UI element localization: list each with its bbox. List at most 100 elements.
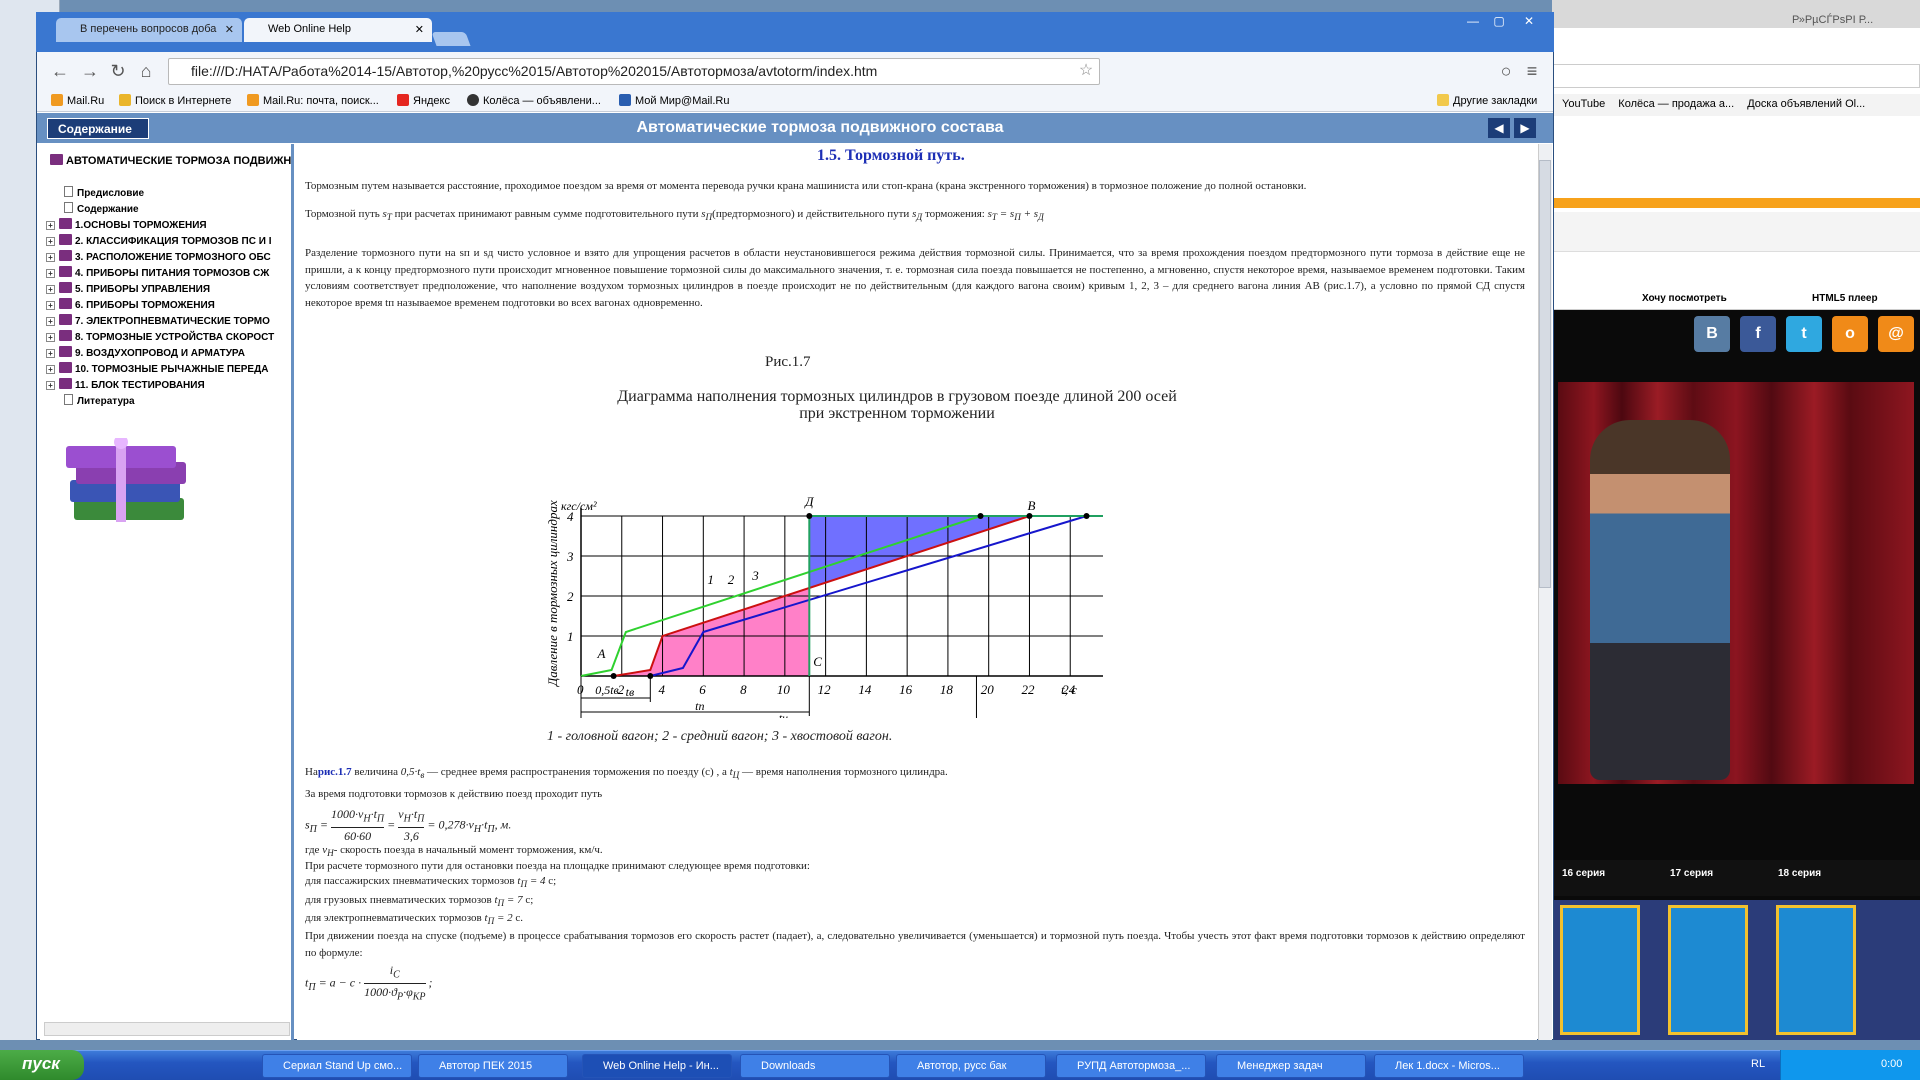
toc-item[interactable]: +10. ТОРМОЗНЫЕ РЫЧАЖНЫЕ ПЕРЕДА [46, 362, 268, 375]
star-icon[interactable]: ☆ [1074, 60, 1098, 84]
task-button[interactable]: Лек 1.docx - Micros... [1374, 1054, 1524, 1078]
expand-icon[interactable]: + [46, 237, 55, 246]
vk-icon[interactable]: В [1694, 316, 1730, 352]
toc-item[interactable]: +2. КЛАССИФИКАЦИЯ ТОРМОЗОВ ПС И I [46, 234, 271, 247]
minimize-icon[interactable]: — [1460, 14, 1486, 30]
toc-item[interactable]: +11. БЛОК ТЕСТИРОВАНИЯ [46, 378, 205, 391]
kolesa-icon [467, 94, 479, 106]
toc-item[interactable]: +1.ОСНОВЫ ТОРМОЖЕНИЯ [46, 218, 207, 231]
formula-sum: sT = sП + sД [987, 208, 1044, 223]
task-button[interactable]: Автотор, русс бак [896, 1054, 1046, 1078]
odnoklassniki-icon[interactable]: o [1832, 316, 1868, 352]
expand-icon[interactable]: + [46, 221, 55, 230]
x-tick-label: 18 [940, 682, 954, 697]
bg-bookmark[interactable]: Доска объявлений Ol... [1747, 98, 1865, 110]
task-button-active[interactable]: Web Online Help - Ин... [582, 1054, 732, 1078]
start-button[interactable]: пуск [0, 1050, 84, 1080]
task-button[interactable]: Сериал Stand Up смо... [262, 1054, 412, 1078]
toc-item-label: 5. ПРИБОРЫ УПРАВЛЕНИЯ [75, 284, 211, 295]
background-address-bar[interactable] [1552, 64, 1920, 88]
bookmark-moimir[interactable]: Мой Мир@Mail.Ru [619, 94, 729, 107]
expand-icon[interactable]: + [46, 349, 55, 358]
episode-18[interactable]: 18 серия [1778, 868, 1821, 879]
toc-item[interactable]: +9. ВОЗДУХОПРОВОД И АРМАТУРА [46, 346, 245, 359]
y-tick-label: 2 [567, 589, 574, 604]
task-button[interactable]: Автотор ПЕК 2015 [418, 1054, 568, 1078]
episode-16[interactable]: 16 серия [1562, 868, 1605, 879]
formula-tp4: tП = 4 [517, 875, 546, 890]
page-icon [64, 186, 73, 197]
mail-icon[interactable]: @ [1878, 316, 1914, 352]
prev-page-icon[interactable]: ◀ [1488, 118, 1510, 138]
bookmark-kolesa[interactable]: Колёса — объявлени... [467, 94, 601, 107]
maximize-icon[interactable]: ▢ [1486, 14, 1512, 30]
x-tick-label-05tv: 0,5tв [595, 683, 619, 697]
book-icon [59, 314, 72, 325]
paragraph-explain: Нарис.1.7 величина 0,5·tв — среднее врем… [305, 764, 1525, 784]
back-icon[interactable]: ← [48, 60, 72, 84]
book-icon [59, 218, 72, 229]
task-button[interactable]: Менеджер задач [1216, 1054, 1366, 1078]
toc-item[interactable]: Предисловие [64, 186, 144, 199]
expand-icon[interactable]: + [46, 317, 55, 326]
toc-root[interactable]: АВТОМАТИЧЕСКИЕ ТОРМОЗА ПОДВИЖНО [50, 154, 291, 167]
figure-link[interactable]: рис.1.7 [318, 766, 352, 778]
expand-icon[interactable]: + [46, 253, 55, 262]
book-icon [59, 378, 72, 389]
expand-icon[interactable]: + [46, 269, 55, 278]
expand-icon[interactable]: + [46, 301, 55, 310]
expand-icon[interactable]: + [46, 365, 55, 374]
toc-item[interactable]: +7. ЭЛЕКТРОПНЕВМАТИЧЕСКИЕ ТОРМО [46, 314, 270, 327]
mailru-icon [51, 94, 63, 106]
forward-icon[interactable]: → [78, 60, 102, 84]
tab-questions[interactable]: В перечень вопросов доба ✕ [56, 18, 242, 42]
menu-icon[interactable]: ≡ [1520, 60, 1544, 84]
bookmark-yandex[interactable]: Яндекс [397, 94, 450, 107]
bookmark-mail[interactable]: Mail.Ru: почта, поиск... [247, 94, 379, 107]
toc-item[interactable]: +6. ПРИБОРЫ ТОРМОЖЕНИЯ [46, 298, 215, 311]
close-icon[interactable]: ✕ [415, 23, 424, 36]
search-icon[interactable]: ○ [1494, 60, 1518, 84]
toc-item[interactable]: +5. ПРИБОРЫ УПРАВЛЕНИЯ [46, 282, 210, 295]
moimir-icon [619, 94, 631, 106]
tab-html5[interactable]: HTML5 плеер [1812, 293, 1878, 304]
next-page-icon[interactable]: ▶ [1514, 118, 1536, 138]
twitter-icon[interactable]: t [1786, 316, 1822, 352]
episode-17[interactable]: 17 серия [1670, 868, 1713, 879]
expand-icon[interactable]: + [46, 381, 55, 390]
tab-want-watch[interactable]: Хочу посмотреть [1642, 293, 1727, 304]
new-tab-button[interactable] [431, 32, 471, 46]
bookmark-mailru[interactable]: Mail.Ru [51, 94, 104, 107]
task-button[interactable]: Downloads [740, 1054, 890, 1078]
toc-item[interactable]: +8. ТОРМОЗНЫЕ УСТРОЙСТВА СКОРОСТ [46, 330, 274, 343]
close-window-icon[interactable]: ✕ [1516, 14, 1542, 30]
facebook-icon[interactable]: f [1740, 316, 1776, 352]
language-indicator[interactable]: RL [1751, 1058, 1765, 1070]
toc-item[interactable]: +4. ПРИБОРЫ ПИТАНИЯ ТОРМОЗОВ СЖ [46, 266, 269, 279]
expand-icon[interactable]: + [46, 333, 55, 342]
address-bar[interactable]: file:///D:/НАТА/Работа%2014-15/Автотор,%… [168, 58, 1100, 85]
toc-item-label: 4. ПРИБОРЫ ПИТАНИЯ ТОРМОЗОВ СЖ [75, 268, 270, 279]
toc-item-label: 2. КЛАССИФИКАЦИЯ ТОРМОЗОВ ПС И I [75, 236, 272, 247]
scrollbar-thumb[interactable] [1539, 160, 1551, 588]
toc-item[interactable]: Содержание [64, 202, 139, 215]
y-tick-label: 1 [567, 629, 574, 644]
contents-button[interactable]: Содержание [47, 118, 149, 139]
toc-item[interactable]: Литература [64, 394, 135, 407]
tab-web-online-help[interactable]: Web Online Help ✕ [244, 18, 432, 42]
x-tick-label: 16 [899, 682, 913, 697]
bookmark-search[interactable]: Поиск в Интернете [119, 94, 231, 107]
toc-item-label: Литература [77, 396, 135, 407]
x-tick-label: 6 [699, 682, 706, 697]
close-icon[interactable]: ✕ [225, 23, 234, 36]
reload-icon[interactable]: ↻ [106, 60, 130, 84]
bg-bookmark[interactable]: Колёса — продажа а... [1618, 98, 1734, 110]
toc-horizontal-scrollbar[interactable] [44, 1022, 290, 1036]
home-icon[interactable]: ⌂ [134, 60, 158, 84]
toc-item[interactable]: +3. РАСПОЛОЖЕНИЕ ТОРМОЗНОГО ОБС [46, 250, 271, 263]
task-button[interactable]: РУПД Автотормоза_... [1056, 1054, 1206, 1078]
other-bookmarks[interactable]: Другие закладки [1437, 94, 1537, 107]
mailru-icon [247, 94, 259, 106]
expand-icon[interactable]: + [46, 285, 55, 294]
bg-bookmark[interactable]: YouTube [1562, 98, 1605, 110]
